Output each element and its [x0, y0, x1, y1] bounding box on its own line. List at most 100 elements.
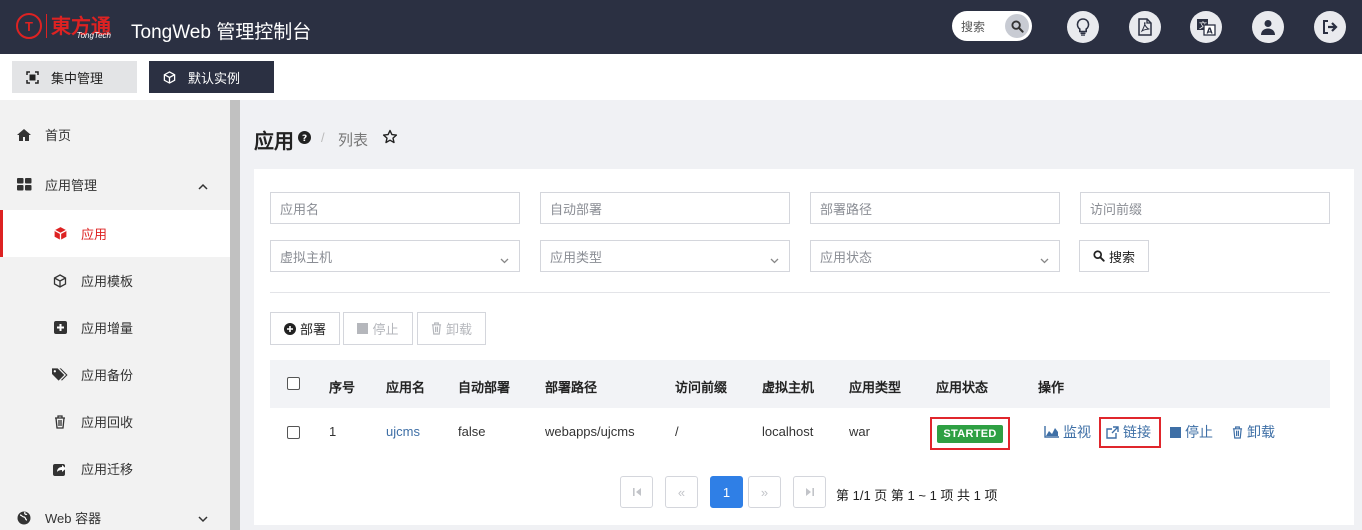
area-chart-icon — [1044, 426, 1059, 438]
uninstall-link[interactable]: 卸载 — [1232, 422, 1275, 442]
table-row: 1 ujcms false webapps/ujcms / localhost … — [270, 408, 1330, 456]
logo-en-text: TongTech — [76, 31, 111, 40]
column-header: 部署路径 — [545, 380, 598, 395]
column-header: 应用名 — [386, 380, 426, 395]
app-status-select[interactable]: 应用状态 — [810, 240, 1060, 272]
external-link-icon — [1106, 425, 1119, 439]
trash-icon — [431, 322, 442, 335]
next-page-label: » — [760, 484, 769, 500]
help-icon[interactable]: ? — [298, 131, 311, 147]
plus-square-icon — [52, 321, 68, 334]
column-header: 访问前缀 — [675, 380, 728, 395]
pagination-info: 第 1/1 页 第 1 ~ 1 项 共 1 项 — [836, 488, 998, 503]
breadcrumb[interactable]: 列表 — [338, 129, 368, 150]
grid-icon — [16, 178, 32, 191]
row-index: 1 — [329, 424, 337, 439]
access-prefix-input[interactable]: 访问前缀 — [1080, 192, 1330, 224]
column-header: 应用状态 — [936, 380, 989, 395]
sidebar-item-home[interactable]: 首页 — [0, 111, 230, 158]
divider — [270, 292, 1330, 293]
logo-separator — [46, 14, 47, 38]
globe-icon — [16, 511, 32, 525]
column-header: 操作 — [1038, 380, 1065, 395]
brand-logo[interactable]: T 東方通 TongTech — [16, 13, 111, 40]
search-icon[interactable] — [1005, 14, 1029, 38]
sidebar-item-label: 应用增量 — [81, 321, 134, 336]
monitor-link-label: 监视 — [1063, 424, 1091, 440]
sidebar-item-label: Web 容器 — [45, 511, 102, 526]
search-icon — [1093, 250, 1105, 262]
plus-circle-icon — [283, 322, 296, 335]
default-instance-label: 默认实例 — [188, 70, 241, 86]
auto-deploy-input[interactable]: 自动部署 — [540, 192, 790, 224]
prev-page-button[interactable]: « — [665, 476, 698, 508]
last-page-icon — [805, 488, 814, 496]
logo-badge: T — [16, 13, 42, 39]
default-instance-button[interactable]: 默认实例 — [149, 61, 274, 93]
app-name-input[interactable]: 应用名 — [270, 192, 520, 224]
sidebar-item-app[interactable]: 应用 — [0, 210, 230, 257]
sidebar-item-app-management[interactable]: 应用管理 — [0, 161, 230, 208]
link-link[interactable]: 链接 — [1106, 422, 1151, 442]
logout-icon[interactable] — [1314, 11, 1346, 43]
current-page-label: 1 — [722, 484, 731, 500]
virtual-host-select[interactable]: 虚拟主机 — [270, 240, 520, 272]
link-link-label: 链接 — [1123, 424, 1151, 440]
uninstall-link-label: 卸载 — [1247, 424, 1275, 440]
star-icon[interactable] — [382, 129, 398, 148]
deploy-button-label: 部署 — [299, 322, 326, 337]
pdf-icon[interactable] — [1129, 11, 1161, 43]
top-bar: T 東方通 TongTech TongWeb 管理控制台 搜索 文A — [0, 0, 1362, 54]
stop-button[interactable]: 停止 — [343, 312, 413, 345]
virtual-host-placeholder: 虚拟主机 — [280, 249, 333, 265]
sidebar: 首页 应用管理 应用 应用模板 应用增量 应用备份 应用回收 应用迁移 Web … — [0, 100, 230, 530]
deploy-path-input[interactable]: 部署路径 — [810, 192, 1060, 224]
first-page-button[interactable] — [620, 476, 653, 508]
access-prefix-value: / — [675, 424, 679, 439]
chevron-down-icon — [770, 252, 779, 267]
sidebar-item-label: 应用模板 — [81, 274, 134, 289]
row-checkbox[interactable] — [287, 426, 300, 439]
app-type-value: war — [849, 424, 870, 439]
svg-text:?: ? — [302, 134, 307, 144]
trash-icon — [1232, 425, 1243, 439]
sidebar-item-app-increment[interactable]: 应用增量 — [0, 304, 230, 351]
search-button[interactable]: 搜索 — [1079, 240, 1149, 272]
next-page-button[interactable]: » — [748, 476, 781, 508]
page-1-button[interactable]: 1 — [710, 476, 743, 508]
select-all-checkbox[interactable] — [287, 377, 300, 390]
breadcrumb-separator: / — [321, 130, 325, 145]
access-prefix-placeholder: 访问前缀 — [1090, 201, 1143, 217]
focus-icon — [26, 70, 39, 84]
sidebar-item-label: 首页 — [45, 128, 72, 143]
global-search[interactable]: 搜索 — [952, 11, 1032, 41]
translate-icon[interactable]: 文A — [1190, 11, 1222, 43]
global-search-label: 搜索 — [961, 19, 986, 34]
sidebar-item-app-backup[interactable]: 应用备份 — [0, 351, 230, 398]
monitor-link[interactable]: 监视 — [1044, 422, 1091, 442]
app-type-select[interactable]: 应用类型 — [540, 240, 790, 272]
app-list-card: 应用名 自动部署 部署路径 访问前缀 虚拟主机 应用类型 应用状态 搜索 部署 — [254, 169, 1354, 525]
sidebar-item-app-migration[interactable]: 应用迁移 — [0, 445, 230, 492]
user-icon[interactable] — [1252, 11, 1284, 43]
deploy-button[interactable]: 部署 — [270, 312, 340, 345]
cube-outline-icon — [52, 273, 68, 288]
sidebar-item-web-container[interactable]: Web 容器 — [0, 494, 230, 530]
prev-page-label: « — [677, 484, 686, 500]
sidebar-scrollbar[interactable] — [230, 100, 240, 530]
central-management-button[interactable]: 集中管理 — [12, 61, 137, 93]
central-management-label: 集中管理 — [51, 70, 104, 86]
last-page-button[interactable] — [793, 476, 826, 508]
column-header: 自动部署 — [458, 380, 511, 395]
deploy-path-placeholder: 部署路径 — [820, 201, 873, 217]
search-button-label: 搜索 — [1108, 249, 1135, 265]
auto-deploy-value: false — [458, 424, 486, 439]
stop-link[interactable]: 停止 — [1170, 422, 1213, 442]
app-name-link[interactable]: ujcms — [386, 424, 420, 439]
lightbulb-icon[interactable] — [1067, 11, 1099, 43]
uninstall-button[interactable]: 卸载 — [417, 312, 486, 345]
page-title: 应用 — [254, 131, 294, 153]
sidebar-item-app-template[interactable]: 应用模板 — [0, 257, 230, 304]
sidebar-item-app-recycle[interactable]: 应用回收 — [0, 398, 230, 445]
sidebar-item-label: 应用管理 — [45, 178, 98, 193]
